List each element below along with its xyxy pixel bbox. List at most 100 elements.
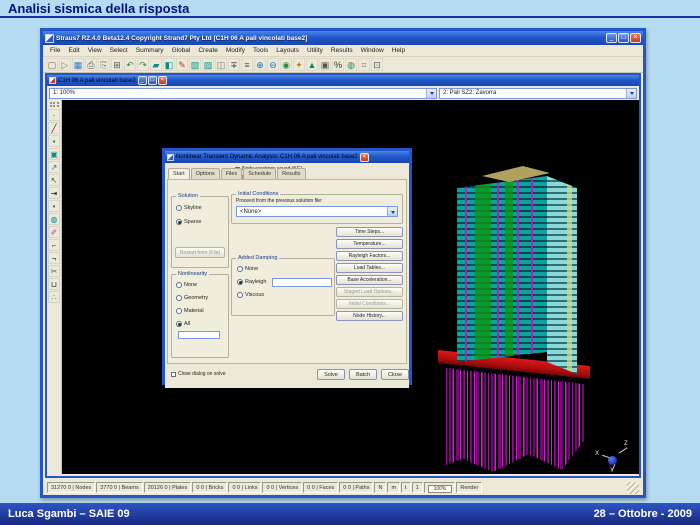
entity-display-icon[interactable]: ∓ xyxy=(228,58,240,71)
undo-icon[interactable]: ↶ xyxy=(124,58,136,71)
dialog-tab[interactable]: Files xyxy=(221,168,243,179)
beam-tool-icon[interactable]: ╱ xyxy=(48,122,60,134)
dialog-close-button[interactable]: × xyxy=(360,153,369,162)
close-button[interactable]: × xyxy=(630,33,641,43)
nonlinearity-radio[interactable]: Geometry xyxy=(176,295,228,301)
dialog-tab[interactable]: Options xyxy=(191,168,220,179)
solid-view-icon[interactable]: ◫ xyxy=(215,58,227,71)
menu-item[interactable]: Results xyxy=(327,47,357,54)
damping-radio[interactable]: Viscous xyxy=(237,292,334,298)
freedom-case-combobox[interactable]: 2: Pali SZ2: Zavorra xyxy=(439,88,637,99)
measure-tool-icon[interactable]: ∴ xyxy=(48,291,60,303)
nonlinearity-field[interactable] xyxy=(178,331,220,339)
solution-radio[interactable]: Sparse xyxy=(176,219,228,225)
menu-item[interactable]: Modify xyxy=(222,47,249,54)
menu-item[interactable]: Summary xyxy=(132,47,168,54)
redo-icon[interactable]: ↷ xyxy=(137,58,149,71)
child-minimize-button[interactable]: _ xyxy=(138,76,147,85)
sphere-tool-icon[interactable]: ◍ xyxy=(48,213,60,225)
dropdown-arrow-icon[interactable] xyxy=(626,89,636,98)
plate-tool-icon[interactable]: ▪ xyxy=(48,135,60,147)
options-icon[interactable]: ⊡ xyxy=(371,58,383,71)
dialog-action-button[interactable]: Initial Conditions... xyxy=(336,299,403,309)
menu-item[interactable]: Layouts xyxy=(272,47,303,54)
model-window-titlebar[interactable]: C1H 06 A pali vincolati base2 _ □ × xyxy=(47,75,639,86)
menu-item[interactable]: Window xyxy=(357,47,388,54)
dialog-footer-button[interactable]: Batch xyxy=(349,369,377,380)
dialog-action-button[interactable]: Temperature... xyxy=(336,239,403,249)
app-titlebar[interactable]: Straus7 R2.4.0 Beta12.4 Copyright Strand… xyxy=(43,31,643,45)
rotate-icon[interactable]: ✦ xyxy=(293,58,305,71)
close-on-solve-checkbox[interactable]: Close dialog on solve xyxy=(171,371,226,377)
menu-item[interactable]: Select xyxy=(106,47,132,54)
print-icon[interactable]: ⎙ xyxy=(85,58,97,71)
menu-item[interactable]: Tools xyxy=(249,47,272,54)
pen-tool-icon[interactable]: ✐ xyxy=(48,226,60,238)
layers-icon[interactable]: ≡ xyxy=(241,58,253,71)
dialog-tab[interactable]: Results xyxy=(277,168,305,179)
menu-item[interactable]: Create xyxy=(194,47,222,54)
render-icon[interactable]: ◍ xyxy=(345,58,357,71)
new-file-icon[interactable]: ▢ xyxy=(46,58,58,71)
scale-percent-icon[interactable]: % xyxy=(332,58,344,71)
nonlinearity-radio[interactable]: None xyxy=(176,282,228,288)
damping-radio[interactable]: None xyxy=(237,266,334,272)
select-arrow-icon[interactable]: ↖ xyxy=(48,174,60,186)
dialog-action-button[interactable]: Staged Load Options... xyxy=(336,287,403,297)
dialog-tab[interactable]: Start xyxy=(168,168,190,179)
show-plates-icon[interactable]: ◧ xyxy=(163,58,175,71)
corner-tool-icon[interactable]: ⌐ xyxy=(48,239,60,251)
dialog-footer-button[interactable]: Solve xyxy=(317,369,345,380)
dropdown-arrow-icon[interactable] xyxy=(387,207,397,216)
zoom-in-icon[interactable]: ⊕ xyxy=(254,58,266,71)
dialog-action-button[interactable]: Node History... xyxy=(336,311,403,321)
child-restore-button[interactable]: □ xyxy=(148,76,157,85)
solution-radio[interactable]: Skyline xyxy=(176,205,228,211)
restart-file-button[interactable]: Restart from (File) xyxy=(175,247,225,258)
brick-tool-icon[interactable]: ▣ xyxy=(48,148,60,160)
child-close-button[interactable]: × xyxy=(158,76,167,85)
initial-file-combobox[interactable]: <None> xyxy=(236,206,398,217)
select-region-icon[interactable]: ▧ xyxy=(189,58,201,71)
maximize-button[interactable]: □ xyxy=(618,33,629,43)
bracket-tool-icon[interactable]: ¬ xyxy=(48,252,60,264)
dialog-tab[interactable]: Schedule xyxy=(243,168,276,179)
dialog-action-button[interactable]: Base Acceleration... xyxy=(336,275,403,285)
nonlinearity-radio[interactable]: All xyxy=(176,321,228,327)
dialog-action-button[interactable]: Time Steps... xyxy=(336,227,403,237)
copy-icon[interactable]: ⎘ xyxy=(98,58,110,71)
dialog-action-button[interactable]: Rayleigh Factors... xyxy=(336,251,403,261)
link-tool-icon[interactable]: ↗ xyxy=(48,161,60,173)
draw-icon[interactable]: ✎ xyxy=(176,58,188,71)
wireframe-icon[interactable]: ▨ xyxy=(202,58,214,71)
copy-tool-icon[interactable]: • xyxy=(48,200,60,212)
load-case-combobox[interactable]: 1: 100% xyxy=(49,88,437,99)
menu-item[interactable]: Global xyxy=(168,47,195,54)
open-file-icon[interactable]: ▷ xyxy=(59,58,71,71)
minimize-button[interactable]: _ xyxy=(606,33,617,43)
dialog-footer-button[interactable]: Close xyxy=(381,369,409,380)
toolbar-grip[interactable] xyxy=(50,102,59,107)
subdivide-icon[interactable]: ⊔ xyxy=(48,278,60,290)
mesh-icon[interactable]: ⌗ xyxy=(358,58,370,71)
snap-icon[interactable]: ▣ xyxy=(319,58,331,71)
zoom-extents-icon[interactable]: ◉ xyxy=(280,58,292,71)
zoom-out-icon[interactable]: ⊖ xyxy=(267,58,279,71)
menu-item[interactable]: View xyxy=(84,47,106,54)
save-icon[interactable]: ▦ xyxy=(72,58,84,71)
pan-icon[interactable]: ▲ xyxy=(306,58,318,71)
node-tool-icon[interactable]: · xyxy=(48,109,60,121)
nonlinearity-radio[interactable]: Material xyxy=(176,308,228,314)
dropdown-arrow-icon[interactable] xyxy=(426,89,436,98)
menu-item[interactable]: File xyxy=(46,47,64,54)
damping-factor-field[interactable] xyxy=(272,278,332,287)
menu-item[interactable]: Utility xyxy=(303,47,327,54)
resize-grip[interactable] xyxy=(627,482,639,494)
menu-item[interactable]: Edit xyxy=(64,47,83,54)
cut-tool-icon[interactable]: ✂ xyxy=(48,265,60,277)
dialog-titlebar[interactable]: Nonlinear Transient Dynamic Analysis: C1… xyxy=(165,151,409,163)
paste-icon[interactable]: ⊞ xyxy=(111,58,123,71)
extrude-icon[interactable]: ⇥ xyxy=(48,187,60,199)
show-beams-icon[interactable]: ▰ xyxy=(150,58,162,71)
dialog-action-button[interactable]: Load Tables... xyxy=(336,263,403,273)
